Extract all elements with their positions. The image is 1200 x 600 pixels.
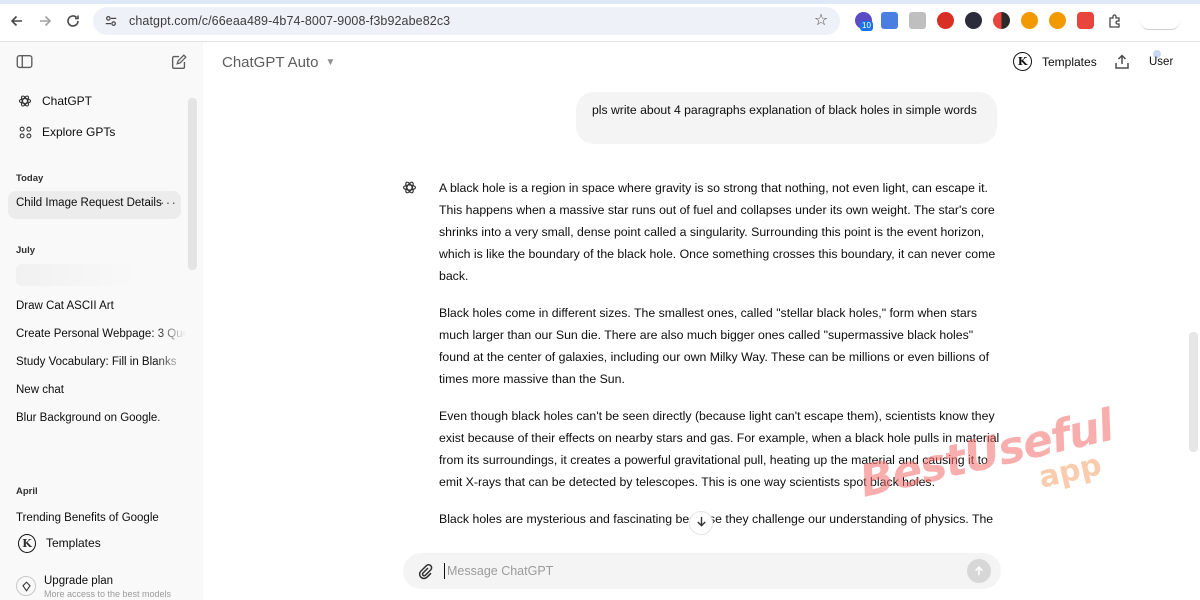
templates-label: Templates [1042,54,1097,69]
assistant-message: A black hole is a region in space where … [439,177,1005,545]
chat-item[interactable]: Create Personal Webpage: 3 Que [16,326,186,342]
openai-logo-icon [398,176,420,198]
chat-item[interactable]: New chat [16,382,186,398]
section-title-april: April [16,486,38,497]
openai-logo-icon [16,92,34,110]
extension-icon-orange-2[interactable] [1049,12,1066,29]
translate-extension-icon[interactable] [881,12,898,29]
site-info-icon[interactable] [103,13,119,29]
sidebar: ChatGPT Explore GPTs Today Child Image R… [0,42,203,600]
upgrade-title: Upgrade plan [44,575,114,587]
forward-arrow-icon[interactable] [34,10,56,32]
extension-icon-red[interactable] [937,12,954,29]
templates-button[interactable]: K Templates [1013,52,1097,71]
user-message: pls write about 4 paragraphs explanation… [576,92,997,144]
chat-item[interactable]: Study Vocabulary: Fill in Blanks [16,354,186,370]
url-text[interactable]: chatgpt.com/c/66eaa489-4b74-8007-9008-f3… [129,14,450,28]
arrow-down-icon [695,515,708,531]
sidebar-toggle-icon[interactable] [15,52,37,74]
section-title-today: Today [16,173,44,184]
chat-item-child-image-request[interactable]: Child Image Request Details [16,197,162,209]
tab-strip-edge [0,0,1200,4]
arrow-up-icon [975,566,983,576]
k-logo-icon: K [18,533,36,553]
assistant-paragraph: Even though black holes can't be seen di… [439,409,1000,489]
extension-icon-split[interactable] [993,12,1010,29]
message-input[interactable] [444,563,967,579]
sidebar-item-label: Explore GPTs [42,125,116,139]
chevron-down-icon: ▼ [325,57,336,68]
user-label[interactable]: User [1149,56,1173,68]
extension-icon-dark[interactable] [965,12,982,29]
grid-icon [16,123,34,141]
back-arrow-icon[interactable] [6,10,28,32]
assistant-paragraph: Black holes are mysterious and fascinati… [439,512,994,526]
templates-logo: K [18,533,36,553]
send-button[interactable] [967,559,991,583]
chat-scrollbar[interactable] [1189,332,1198,452]
templates-label: Templates [46,536,101,550]
blurred-chat-item [16,264,136,286]
upgrade-icon [16,576,36,596]
section-title-july: July [16,245,36,256]
browser-toolbar: chatgpt.com/c/66eaa489-4b74-8007-9008-f3… [0,0,1200,42]
assistant-paragraph: Black holes come in different sizes. The… [439,306,990,386]
new-chat-icon[interactable] [169,52,191,74]
chat-main: ChatGPT Auto ▼ K Templates User pls writ… [203,42,1200,600]
chat-item[interactable]: Draw Cat ASCII Art [16,298,186,314]
chat-item[interactable]: Trending Benefits of Google [16,510,186,526]
message-composer [403,553,1001,589]
sidebar-scrollbar[interactable] [188,98,197,270]
model-selector[interactable]: ChatGPT Auto ▼ [222,54,335,71]
extensions-puzzle-icon[interactable] [1104,10,1126,32]
upgrade-subtitle: More access to the best models [44,589,172,599]
sidebar-templates[interactable]: K Templates [8,530,101,556]
chat-item[interactable]: Blur Background on Google. [16,410,186,426]
address-bar[interactable]: chatgpt.com/c/66eaa489-4b74-8007-9008-f3… [93,7,840,35]
paperclip-icon[interactable] [416,562,434,580]
assistant-paragraph: A black hole is a region in space where … [439,181,996,283]
profile-menu[interactable] [1140,12,1180,30]
share-icon[interactable] [1113,53,1131,71]
upgrade-plan-button[interactable]: Upgrade plan More access to the best mod… [16,574,171,600]
sidebar-item-chatgpt[interactable]: ChatGPT [10,88,92,114]
reload-icon[interactable] [62,10,84,32]
extension-icon-orange-1[interactable] [1021,12,1038,29]
camera-extension-icon[interactable] [909,12,926,29]
scroll-down-button[interactable] [689,511,713,535]
bookmark-star-icon[interactable]: ☆ [812,12,830,30]
sidebar-item-explore-gpts[interactable]: Explore GPTs [10,119,115,145]
chat-options-icon[interactable]: ··· [160,194,177,210]
k-logo-icon: K [1013,52,1032,71]
sidebar-item-label: ChatGPT [42,94,93,108]
model-name: ChatGPT Auto [222,54,319,71]
extension-icon-red-2[interactable] [1077,12,1094,29]
extension-badge: 10 [860,21,873,31]
